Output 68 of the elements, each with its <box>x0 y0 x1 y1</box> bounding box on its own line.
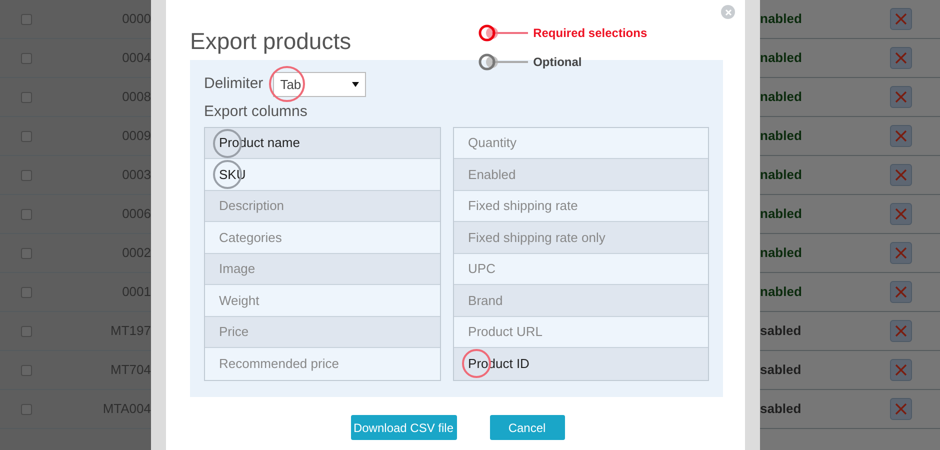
delete-button[interactable] <box>890 8 912 30</box>
status-text: nabled <box>760 283 802 302</box>
status-text: nabled <box>760 244 802 262</box>
status-text: nabled <box>760 49 802 68</box>
column-option[interactable]: Fixed shipping rate only <box>454 222 708 254</box>
close-icon <box>895 169 907 181</box>
status-text: sabled <box>760 400 802 418</box>
column-option[interactable]: UPC <box>454 254 708 285</box>
column-option[interactable]: Quantity <box>454 128 708 159</box>
column-option[interactable]: SKU <box>205 159 440 190</box>
delete-button[interactable] <box>890 86 912 108</box>
caret-icon <box>352 82 360 87</box>
column-option[interactable]: Price <box>205 316 440 348</box>
delimiter-label: Delimiter <box>204 74 264 94</box>
column-option[interactable]: Brand <box>454 285 708 316</box>
column-option[interactable]: Fixed shipping rate <box>454 190 708 222</box>
row-checkbox[interactable] <box>21 92 32 102</box>
delete-button[interactable] <box>890 47 912 69</box>
row-checkbox[interactable] <box>21 326 32 336</box>
column-option[interactable]: Description <box>205 190 440 222</box>
close-icon <box>895 52 907 64</box>
close-icon <box>895 286 907 298</box>
status-text: nabled <box>760 88 802 106</box>
export-columns-label: Export columns <box>204 102 308 122</box>
cancel-button[interactable]: Cancel <box>490 415 564 440</box>
close-icon <box>895 91 907 103</box>
status-text: nabled <box>760 166 802 184</box>
column-option[interactable]: Image <box>205 254 440 285</box>
column-option[interactable]: Enabled <box>454 159 708 190</box>
status-text: nabled <box>760 127 802 146</box>
row-checkbox[interactable] <box>21 52 32 64</box>
close-icon <box>895 13 907 25</box>
close-icon <box>895 247 907 259</box>
close-icon <box>895 208 907 220</box>
close-icon <box>895 364 907 376</box>
legend-label: Required selections <box>533 25 648 42</box>
row-checkbox[interactable] <box>21 286 32 298</box>
delete-button[interactable] <box>890 125 912 147</box>
row-checkbox[interactable] <box>21 14 32 24</box>
download-button[interactable]: Download CSV file <box>350 415 456 440</box>
status-text: sabled <box>760 361 802 380</box>
delete-button[interactable] <box>890 281 912 303</box>
close-icon[interactable] <box>721 5 735 19</box>
status-text: nabled <box>760 205 802 224</box>
delete-button[interactable] <box>890 164 912 186</box>
status-text: nabled <box>760 10 802 28</box>
column-option[interactable]: Recommended price <box>205 348 440 380</box>
row-checkbox[interactable] <box>21 130 32 142</box>
legend-label: Optional <box>533 54 582 71</box>
delete-button[interactable] <box>890 242 912 264</box>
column-option[interactable]: Product URL <box>454 316 708 348</box>
row-checkbox[interactable] <box>21 208 32 220</box>
row-checkbox[interactable] <box>21 364 32 376</box>
delete-button[interactable] <box>890 320 912 342</box>
row-checkbox[interactable] <box>21 248 32 258</box>
column-option[interactable]: Categories <box>205 222 440 254</box>
column-option[interactable]: Weight <box>205 285 440 316</box>
status-text: sabled <box>760 322 802 340</box>
delete-button[interactable] <box>890 398 912 420</box>
dialog-title: Export products <box>190 27 352 56</box>
close-icon <box>895 403 907 415</box>
delete-button[interactable] <box>890 203 912 225</box>
close-icon <box>895 130 907 142</box>
delete-button[interactable] <box>890 359 912 381</box>
row-checkbox[interactable] <box>21 170 32 180</box>
row-checkbox[interactable] <box>21 404 32 414</box>
delimiter-select[interactable]: Tab <box>273 72 366 97</box>
close-icon <box>895 325 907 337</box>
